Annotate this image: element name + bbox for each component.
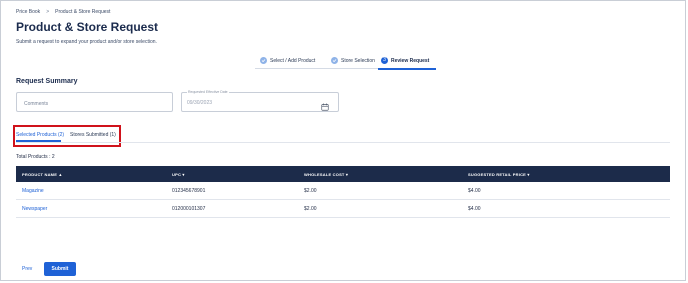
step-number-badge: 3 <box>381 57 388 64</box>
table-row: Newspaper 012000101307 $2.00 $4.00 <box>16 200 670 218</box>
column-header-wholesale-cost[interactable]: WHOLESALE COST ▾ <box>304 172 348 177</box>
tab-stores-submitted[interactable]: Stores Submitted (1) <box>70 132 116 138</box>
retail-price-cell: $4.00 <box>468 188 481 194</box>
upc-cell: 012345678901 <box>172 188 206 194</box>
effective-date-label: Requested Effective Date <box>187 90 229 94</box>
table-row: Magazine 012345678901 $2.00 $4.00 <box>16 182 670 200</box>
table-header: PRODUCT NAME ▲ UPC ▾ WHOLESALE COST ▾ SU… <box>16 166 670 182</box>
prev-button[interactable]: Prev <box>22 266 32 272</box>
comments-field[interactable]: Comments <box>16 92 173 112</box>
breadcrumb-item-price-book[interactable]: Price Book <box>16 9 40 15</box>
step-label: Store Selection <box>341 57 375 64</box>
total-products-count: Total Products : 2 <box>16 154 55 160</box>
step-select-add-product[interactable]: Select / Add Product <box>260 57 315 64</box>
product-name-cell[interactable]: Newspaper <box>22 206 47 212</box>
progress-stepper: Select / Add Product Store Selection 3 R… <box>255 55 436 70</box>
tab-selected-products[interactable]: Selected Products (2) <box>16 132 64 138</box>
check-circle-icon <box>260 57 267 64</box>
step-store-selection[interactable]: Store Selection <box>331 57 375 64</box>
stepper-progress-fill <box>378 67 436 70</box>
wholesale-cost-cell: $2.00 <box>304 188 317 194</box>
check-circle-icon <box>331 57 338 64</box>
page-title: Product & Store Request <box>16 20 159 34</box>
breadcrumb-separator: > <box>46 9 50 15</box>
wholesale-cost-cell: $2.00 <box>304 206 317 212</box>
effective-date-field[interactable]: Requested Effective Date 09/30/2023 <box>181 90 339 112</box>
column-header-upc[interactable]: UPC ▾ <box>172 172 185 177</box>
submit-button[interactable]: Submit <box>44 262 76 276</box>
products-table: PRODUCT NAME ▲ UPC ▾ WHOLESALE COST ▾ SU… <box>16 166 670 218</box>
tabs-divider <box>16 142 670 143</box>
product-name-cell[interactable]: Magazine <box>22 188 44 194</box>
upc-cell: 012000101307 <box>172 206 206 212</box>
effective-date-value: 09/30/2023 <box>187 100 213 106</box>
page-subtitle: Submit a request to expand your product … <box>16 39 157 45</box>
request-summary-title: Request Summary <box>16 78 78 85</box>
step-label: Select / Add Product <box>270 57 316 64</box>
step-label: Review Request <box>391 57 430 64</box>
column-header-suggested-retail-price[interactable]: SUGGESTED RETAIL PRICE ▾ <box>468 172 530 177</box>
step-review-request[interactable]: 3 Review Request <box>381 57 429 64</box>
breadcrumb: Price Book > Product & Store Request <box>16 9 110 15</box>
column-header-product-name[interactable]: PRODUCT NAME ▲ <box>22 172 63 177</box>
calendar-icon[interactable] <box>321 98 329 116</box>
stepper-progress-track <box>255 67 436 70</box>
breadcrumb-item-current: Product & Store Request <box>55 9 111 15</box>
retail-price-cell: $4.00 <box>468 206 481 212</box>
